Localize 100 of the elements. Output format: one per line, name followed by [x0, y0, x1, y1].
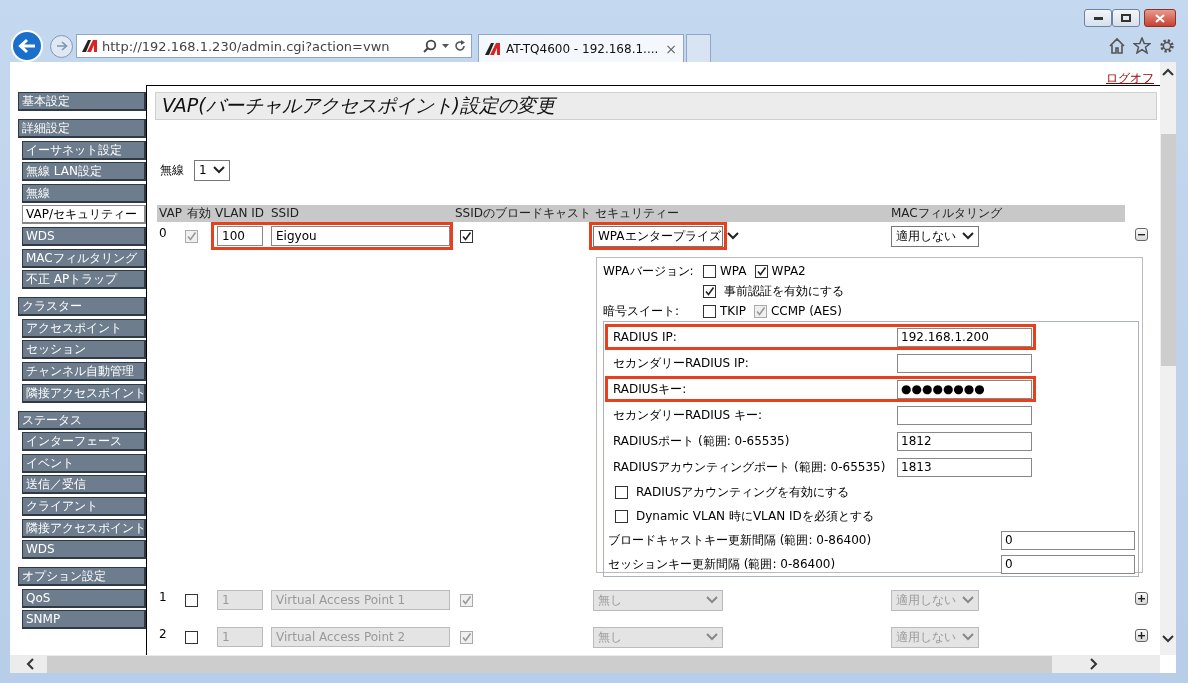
scroll-right-icon[interactable]	[1090, 658, 1098, 670]
vlan-id-field[interactable]: 100	[217, 226, 263, 246]
radio-dropdown[interactable]: 1	[194, 159, 230, 181]
chevron-icon	[726, 232, 739, 240]
nav-item[interactable]: WDS	[22, 540, 146, 560]
search-icon[interactable]	[423, 39, 437, 53]
nav-item[interactable]: イベント	[22, 453, 146, 473]
logo-icon	[82, 40, 97, 52]
close-button[interactable]	[1144, 9, 1176, 27]
checkbox[interactable]	[615, 509, 628, 523]
logoff-link[interactable]: ログオフ	[1106, 72, 1154, 85]
nav-item[interactable]: WDS	[22, 226, 146, 246]
nav-heading[interactable]: クラスター	[18, 297, 146, 317]
refresh-icon[interactable]	[454, 40, 466, 52]
vap-number: 1	[158, 589, 168, 604]
nav-item[interactable]: 不正 APトラップ	[22, 270, 146, 290]
plus-icon	[1138, 632, 1145, 639]
collapse-button[interactable]	[1135, 228, 1148, 241]
page-title: VAP(バーチャルアクセスポイント)設定の変更	[162, 93, 555, 118]
text-field[interactable]	[897, 405, 1032, 425]
column-header: SSID	[270, 206, 300, 221]
maximize-icon	[1121, 14, 1131, 22]
scrollbar-thumb[interactable]	[1160, 134, 1176, 366]
nav-heading[interactable]: オプション設定	[18, 567, 146, 587]
vap-number: 2	[158, 626, 168, 641]
column-header: VAP	[158, 206, 183, 221]
text-field[interactable]: ●●●●●●●●	[897, 379, 1032, 399]
ssid-field[interactable]: Eigyou	[271, 226, 450, 246]
field-label: セカンダリーRADIUS キー:	[613, 406, 764, 424]
checkbox-label: CCMP (AES)	[771, 304, 842, 318]
nav-item[interactable]: インターフェース	[22, 432, 146, 452]
caret-icon[interactable]	[442, 44, 449, 48]
checkbox-label: TKIP	[720, 304, 746, 318]
nav-item[interactable]: 無線	[22, 183, 146, 203]
logo-icon	[485, 42, 500, 55]
text-field[interactable]: 0	[1001, 530, 1135, 550]
address-bar[interactable]: http://192.168.1.230/admin.cgi?action=vwn	[76, 34, 472, 58]
nav-item[interactable]: 無線 LAN設定	[22, 162, 146, 182]
chevron-icon	[212, 166, 225, 174]
maximize-button[interactable]	[1112, 9, 1140, 27]
text-field[interactable]: 192.168.1.200	[897, 327, 1032, 347]
close-tab-button[interactable]: ×	[665, 40, 677, 57]
nav-item[interactable]: クライアント	[22, 496, 146, 516]
checkbox[interactable]	[615, 485, 628, 499]
check-icon	[186, 230, 197, 242]
checkbox[interactable]	[703, 304, 716, 318]
nav-item[interactable]: SNMP	[22, 610, 146, 630]
checkbox-label: RADIUSアカウンティングを有効にする	[636, 483, 850, 501]
nav-heading[interactable]: 詳細設定	[18, 119, 146, 138]
text-field[interactable]: 1812	[897, 431, 1032, 451]
mac-filter-dropdown[interactable]: 適用しない	[891, 225, 979, 247]
field-label: 暗号スイート:	[603, 302, 681, 320]
back-button[interactable]	[11, 30, 43, 62]
scroll-up-icon[interactable]	[1162, 68, 1174, 76]
nav-item[interactable]: 隣接アクセスポイント	[22, 383, 146, 403]
chevron-icon	[962, 633, 974, 641]
home-icon[interactable]	[1108, 37, 1126, 54]
check-icon	[461, 631, 472, 643]
settings-icon[interactable]	[1158, 37, 1176, 55]
nav-item[interactable]: VAP/セキュリティー	[22, 205, 146, 225]
scroll-left-icon[interactable]	[26, 658, 34, 670]
nav-item[interactable]: アクセスポイント	[22, 318, 146, 338]
vap-number: 0	[158, 225, 168, 240]
nav-item[interactable]: 送信／受信	[22, 475, 146, 495]
minus-icon	[1138, 231, 1145, 238]
checkbox[interactable]	[185, 229, 198, 243]
forward-arrow-icon	[55, 41, 68, 51]
checkbox-label: Dynamic VLAN 時にVLAN IDを必須とする	[636, 507, 874, 525]
nav-heading[interactable]: ステータス	[18, 410, 146, 430]
column-header: VLAN ID	[214, 206, 265, 221]
nav-item[interactable]: セッション	[22, 340, 146, 360]
checkbox[interactable]	[703, 284, 716, 298]
check-icon	[755, 265, 767, 277]
text-field[interactable]: 1813	[897, 457, 1032, 477]
checkbox[interactable]	[460, 229, 473, 243]
check-icon	[461, 594, 472, 606]
field-label: RADIUSキー:	[613, 380, 688, 398]
star-icon[interactable]	[1133, 37, 1151, 54]
checkbox-label: 事前認証を有効にする	[724, 282, 844, 300]
check-icon	[755, 305, 766, 317]
column-header: SSIDのブロードキャスト	[454, 206, 592, 221]
nav-item[interactable]: チャンネル自動管理	[22, 361, 146, 381]
checkbox[interactable]	[754, 264, 768, 278]
text-field[interactable]	[897, 353, 1032, 373]
checkbox[interactable]	[703, 264, 716, 278]
nav-heading[interactable]: 基本設定	[18, 92, 146, 111]
nav-item[interactable]: 隣接アクセスポイント	[22, 518, 146, 538]
back-arrow-icon	[18, 38, 36, 54]
browser-tab[interactable]: AT-TQ4600 - 192.168.1.... ×	[478, 34, 684, 62]
text-field[interactable]: 0	[1001, 554, 1135, 574]
checkbox-label: WPA	[720, 264, 747, 278]
nav-item[interactable]: MACフィルタリング	[22, 248, 146, 268]
scroll-down-icon[interactable]	[1162, 635, 1174, 643]
minimize-button[interactable]	[1084, 9, 1112, 27]
nav-item[interactable]: QoS	[22, 588, 146, 608]
checkbox-label: WPA2	[771, 264, 806, 278]
nav-item[interactable]: イーサネット設定	[22, 140, 146, 160]
radio-label: 無線	[160, 161, 184, 179]
chevron-icon	[706, 633, 718, 641]
vertical-scrollbar[interactable]	[1160, 62, 1176, 655]
